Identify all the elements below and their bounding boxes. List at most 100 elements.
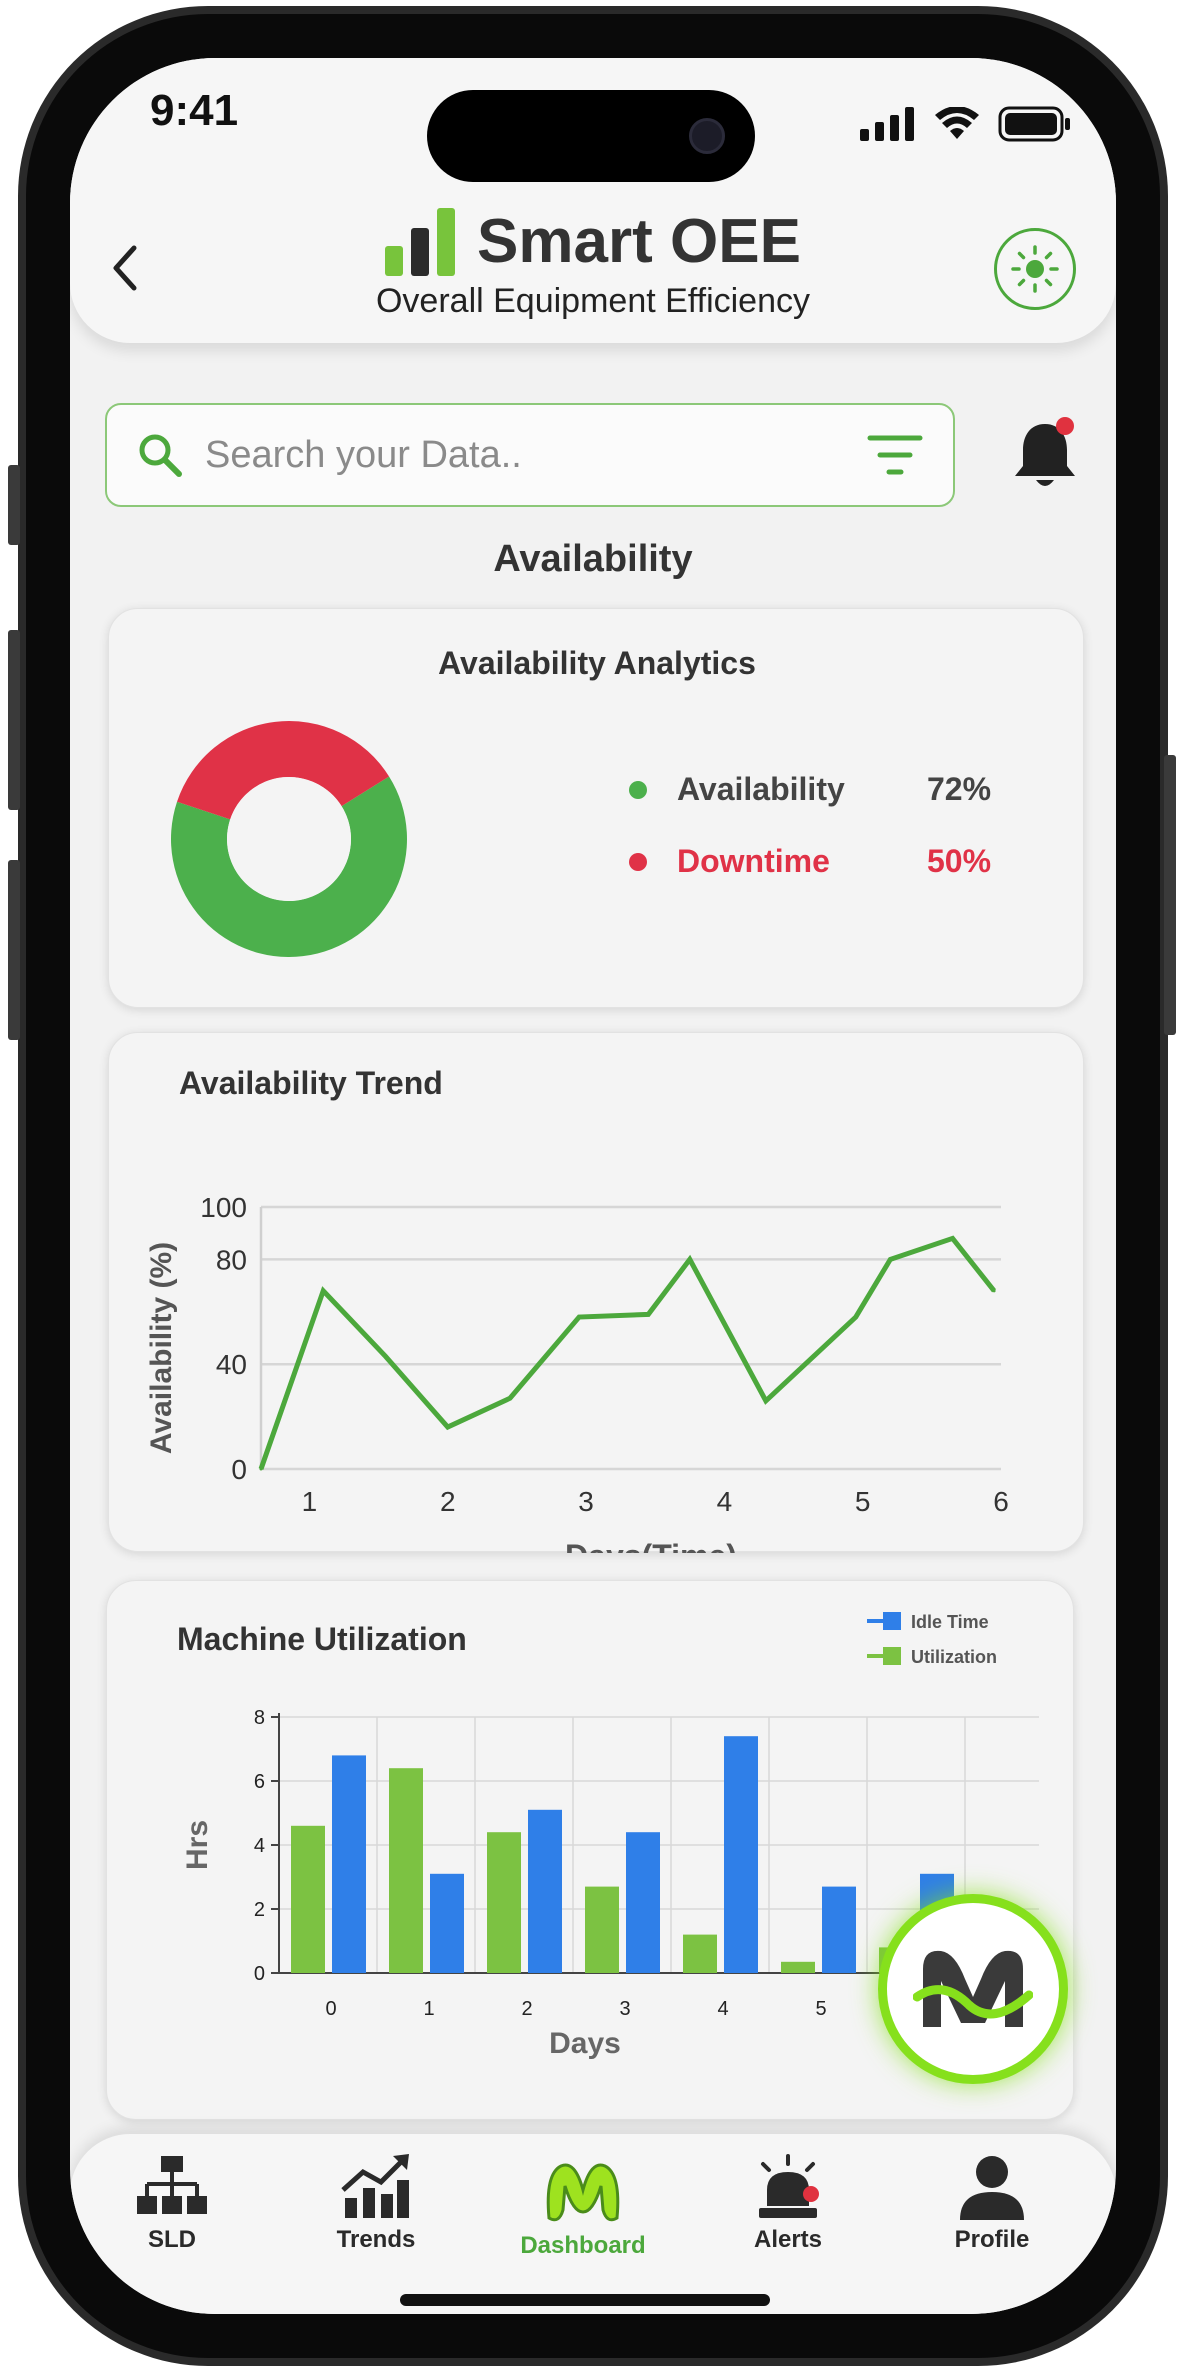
legend-value: 72% bbox=[927, 771, 992, 807]
nav-item-sld[interactable]: SLD bbox=[92, 2154, 252, 2254]
bar-idle-time bbox=[528, 1809, 562, 1973]
y-tick-label: 40 bbox=[216, 1349, 247, 1380]
x-tick-label: 2 bbox=[440, 1486, 456, 1517]
trend-point bbox=[446, 1425, 450, 1429]
filter-icon[interactable] bbox=[867, 432, 923, 478]
legend-swatch bbox=[883, 1612, 901, 1630]
nav-label: Trends bbox=[336, 2226, 416, 2253]
downtime-dot bbox=[629, 852, 647, 871]
phone-side-button bbox=[8, 465, 20, 545]
signal-icon bbox=[860, 107, 914, 141]
x-tick-label: 2 bbox=[521, 1998, 532, 2020]
trend-point bbox=[854, 1315, 858, 1319]
y-axis-label: Hrs bbox=[181, 1820, 214, 1870]
nav-item-alerts[interactable]: Alerts bbox=[708, 2154, 868, 2254]
nav-label: Dashboard bbox=[520, 2232, 646, 2259]
availability-donut-chart bbox=[171, 721, 407, 957]
legend-value: 50% bbox=[927, 843, 992, 879]
nav-item-profile[interactable]: Profile bbox=[912, 2154, 1072, 2254]
y-tick-label: 100 bbox=[200, 1192, 247, 1223]
bar-idle-time bbox=[430, 1873, 464, 1973]
y-tick-label: 8 bbox=[254, 1707, 265, 1729]
card-title: Availability Analytics bbox=[438, 645, 756, 681]
trend-point bbox=[508, 1396, 512, 1400]
legend-label: Utilization bbox=[911, 1647, 997, 1667]
bar-idle-time bbox=[822, 1886, 856, 1973]
notifications-button[interactable] bbox=[1010, 416, 1080, 496]
legend-downtime: Downtime 50% bbox=[629, 843, 991, 880]
trend-point bbox=[577, 1315, 581, 1319]
trend-point bbox=[992, 1289, 996, 1293]
bar-utilization bbox=[487, 1832, 521, 1973]
bar-utilization bbox=[781, 1961, 815, 1973]
dynamic-island bbox=[427, 90, 755, 182]
y-axis-label: Availability (%) bbox=[145, 1242, 178, 1454]
y-tick-label: 6 bbox=[254, 1771, 265, 1793]
search-input[interactable] bbox=[205, 433, 867, 477]
bar-chart-logo-icon bbox=[385, 207, 456, 276]
sitemap-icon bbox=[137, 2156, 207, 2214]
search-bar bbox=[105, 403, 955, 507]
trend-point bbox=[888, 1257, 892, 1261]
legend-label: Availability bbox=[677, 771, 845, 807]
availability-analytics-card: Availability Analytics Availability 72% … bbox=[108, 608, 1084, 1008]
y-tick-label: 4 bbox=[254, 1835, 265, 1857]
legend-label: Idle Time bbox=[911, 1612, 989, 1632]
brand: Smart OEE bbox=[70, 206, 1116, 277]
trend-point bbox=[259, 1467, 263, 1471]
home-indicator bbox=[400, 2294, 770, 2306]
x-tick-label: 1 bbox=[302, 1486, 318, 1517]
bottom-navigation: SLD Trends Dashboard Alerts Profile bbox=[70, 2134, 1116, 2314]
phone-side-button bbox=[8, 860, 20, 1040]
phone-side-button bbox=[8, 630, 20, 810]
legend-label: Downtime bbox=[677, 843, 830, 879]
trend-point bbox=[646, 1312, 650, 1316]
x-tick-label: 5 bbox=[815, 1998, 826, 2020]
x-tick-label: 4 bbox=[717, 1486, 733, 1517]
theme-toggle-button[interactable] bbox=[994, 228, 1076, 310]
y-tick-label: 0 bbox=[231, 1454, 247, 1485]
screen: 9:41 Smart OEE Overall Equipment Efficie… bbox=[70, 58, 1116, 2314]
y-tick-label: 80 bbox=[216, 1244, 247, 1275]
bell-icon bbox=[1015, 417, 1075, 486]
bar-idle-time bbox=[332, 1755, 366, 1973]
section-title: Availability bbox=[493, 538, 693, 580]
trend-point bbox=[688, 1257, 692, 1261]
bar-idle-time bbox=[626, 1832, 660, 1973]
bar-utilization bbox=[291, 1825, 325, 1973]
legend-swatch bbox=[883, 1647, 901, 1665]
availability-dot bbox=[629, 780, 647, 799]
donut-hole bbox=[227, 777, 351, 901]
phone-side-button bbox=[1164, 755, 1176, 1035]
x-tick-label: 5 bbox=[855, 1486, 871, 1517]
camera-icon bbox=[689, 118, 725, 154]
legend-availability: Availability 72% bbox=[629, 771, 991, 808]
app-header: 9:41 Smart OEE Overall Equipment Efficie… bbox=[70, 58, 1116, 343]
nav-item-dashboard[interactable]: Dashboard bbox=[503, 2154, 663, 2260]
status-time: 9:41 bbox=[150, 86, 239, 135]
y-tick-label: 0 bbox=[254, 1963, 265, 1985]
x-tick-label: 6 bbox=[993, 1486, 1009, 1517]
x-axis-label: Days(Time) bbox=[565, 1538, 737, 1553]
bar-utilization bbox=[389, 1768, 423, 1973]
nav-label: Alerts bbox=[753, 2226, 823, 2253]
dashboard-logo-icon bbox=[546, 2163, 620, 2222]
wifi-icon bbox=[935, 107, 979, 139]
nav-item-trends[interactable]: Trends bbox=[296, 2154, 456, 2254]
trend-series-line bbox=[258, 1235, 997, 1470]
bar-utilization bbox=[585, 1886, 619, 1973]
x-tick-label: 3 bbox=[619, 1998, 630, 2020]
status-icons bbox=[860, 106, 1072, 142]
x-tick-label: 4 bbox=[717, 1998, 728, 2020]
nav-label: Profile bbox=[954, 2226, 1030, 2253]
assistant-fab-button[interactable] bbox=[878, 1894, 1068, 2084]
bar-idle-time bbox=[724, 1736, 758, 1973]
nav-label: SLD bbox=[148, 2226, 196, 2253]
siren-icon bbox=[759, 2154, 819, 2218]
trend-point bbox=[951, 1236, 955, 1240]
app-title: Smart OEE bbox=[477, 207, 801, 276]
battery-icon bbox=[998, 106, 1070, 142]
y-tick-label: 2 bbox=[254, 1899, 265, 1921]
user-icon bbox=[960, 2156, 1024, 2220]
trend-point bbox=[383, 1354, 387, 1358]
